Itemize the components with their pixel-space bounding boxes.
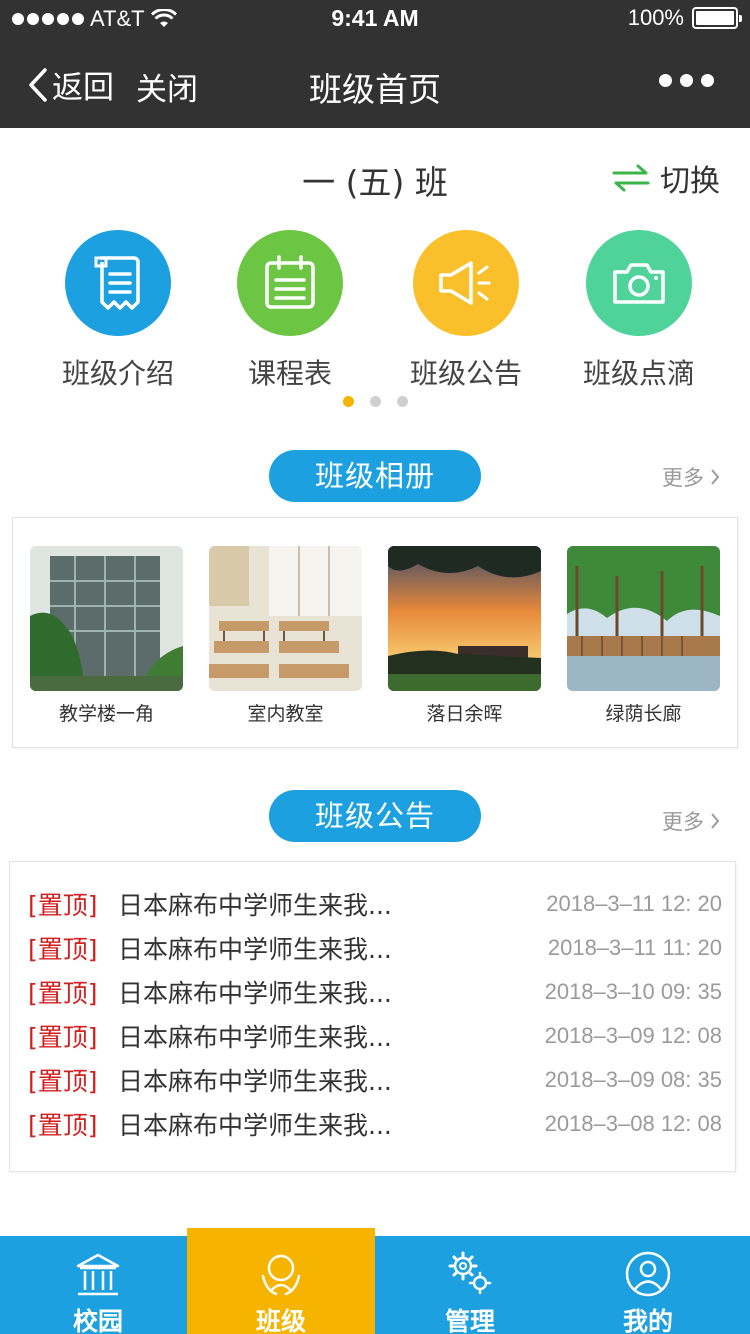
notice-title: 日本麻布中学师生来我... [118, 1067, 392, 1096]
album-more-link[interactable]: 更多 [662, 462, 720, 492]
notice-date: 2018–3–11 11: 20 [547, 935, 722, 960]
notice-list: [置顶] 日本麻布中学师生来我... 2018–3–11 12: 20 [置顶]… [9, 861, 736, 1172]
func-label: 班级公告 [409, 357, 522, 390]
calendar-icon [237, 230, 343, 336]
tab-label: 管理 [444, 1307, 495, 1334]
gears-icon [376, 1236, 564, 1298]
tab-label: 我的 [622, 1307, 673, 1334]
photo-corridor-image [567, 546, 720, 691]
notice-title: 日本麻布中学师生来我... [118, 979, 392, 1008]
notice-title: 日本麻布中学师生来我... [118, 1111, 392, 1140]
page-dot[interactable] [396, 396, 408, 407]
pinned-tag: [置顶] [28, 1067, 98, 1096]
func-label: 课程表 [247, 357, 332, 390]
notice-date: 2018–3–08 12: 08 [544, 1111, 722, 1136]
notice-date: 2018–3–09 12: 08 [544, 1023, 722, 1048]
album-card: 教学楼一角 室内教室 落日余晖 绿荫长廊 [12, 517, 738, 748]
megaphone-icon [413, 230, 519, 336]
notice-row[interactable]: [置顶] 日本麻布中学师生来我... 2018–3–10 09: 35 [28, 972, 722, 1012]
photo-classroom-image [209, 546, 362, 691]
photo-caption: 室内教室 [247, 703, 324, 725]
pinned-tag: [置顶] [28, 1111, 98, 1140]
func-label: 班级点滴 [582, 357, 695, 390]
page-title: 班级首页 [309, 70, 441, 109]
chevron-right-icon [711, 813, 720, 829]
status-bar: AT&T 9:41 AM 100% [0, 0, 750, 38]
notice-row[interactable]: [置顶] 日本麻布中学师生来我... 2018–3–11 11: 20 [28, 928, 722, 968]
tab-campus[interactable]: 校园 [4, 1236, 192, 1334]
class-icon [187, 1228, 375, 1298]
notice-row[interactable]: [置顶] 日本麻布中学师生来我... 2018–3–08 12: 08 [28, 1104, 722, 1144]
notice-row[interactable]: [置顶] 日本麻布中学师生来我... 2018–3–09 12: 08 [28, 1016, 722, 1056]
camera-icon [586, 230, 692, 336]
pinned-tag: [置顶] [28, 1023, 98, 1052]
func-label: 班级介绍 [61, 357, 174, 390]
photo-sunset-image [388, 546, 541, 691]
campus-icon [4, 1236, 192, 1298]
func-announcement[interactable]: 班级公告 [386, 230, 546, 392]
profile-icon [554, 1236, 742, 1298]
photo-caption: 教学楼一角 [58, 703, 154, 725]
pinned-tag: [置顶] [28, 979, 98, 1008]
switch-label: 切换 [660, 164, 720, 199]
tab-label: 班级 [255, 1307, 306, 1334]
notice-row[interactable]: [置顶] 日本麻布中学师生来我... 2018–3–09 08: 35 [28, 1060, 722, 1100]
function-grid: 班级介绍 课程表 班级公告 班级点滴 [0, 230, 750, 390]
album-section-title: 班级相册 [269, 450, 481, 502]
func-class-intro[interactable]: 班级介绍 [38, 230, 198, 392]
photo-caption: 绿荫长廊 [605, 703, 682, 725]
album-photo[interactable]: 教学楼一角 [30, 546, 183, 726]
notice-section-title: 班级公告 [269, 790, 481, 842]
func-class-moments[interactable]: 班级点滴 [559, 230, 719, 392]
album-photo[interactable]: 绿荫长廊 [567, 546, 720, 726]
switch-class-button[interactable]: 切换 [612, 156, 720, 200]
nav-bar: 返回 关闭 班级首页 [0, 40, 750, 128]
photo-caption: 落日余晖 [426, 703, 503, 725]
notice-date: 2018–3–10 09: 35 [544, 979, 722, 1004]
page-dot-active[interactable] [342, 396, 354, 407]
notice-row[interactable]: [置顶] 日本麻布中学师生来我... 2018–3–11 12: 20 [28, 884, 722, 924]
func-timetable[interactable]: 课程表 [210, 230, 370, 392]
more-options-icon[interactable] [659, 74, 714, 87]
tab-bar: 校园 班级 管理 我的 [0, 1228, 750, 1334]
notice-title: 日本麻布中学师生来我... [118, 935, 392, 964]
album-photo[interactable]: 室内教室 [209, 546, 362, 726]
more-label: 更多 [662, 810, 704, 834]
notice-date: 2018–3–11 12: 20 [546, 891, 722, 916]
notice-more-link[interactable]: 更多 [662, 806, 720, 836]
top-bar: AT&T 9:41 AM 100% 返回 关闭 班级首页 [0, 0, 750, 128]
tab-profile[interactable]: 我的 [554, 1236, 742, 1334]
battery-status: 100% [627, 5, 742, 31]
pinned-tag: [置顶] [28, 891, 98, 920]
tab-class[interactable]: 班级 [187, 1228, 375, 1334]
pinned-tag: [置顶] [28, 935, 98, 964]
notice-date: 2018–3–09 08: 35 [544, 1067, 722, 1092]
battery-percent: 100% [627, 5, 684, 30]
tab-manage[interactable]: 管理 [376, 1236, 564, 1334]
photo-building-image [30, 546, 183, 691]
more-label: 更多 [662, 466, 704, 490]
scroll-icon [65, 230, 171, 336]
tab-label: 校园 [72, 1307, 123, 1334]
battery-icon [692, 7, 742, 29]
page-dot[interactable] [369, 396, 381, 407]
notice-title: 日本麻布中学师生来我... [118, 891, 392, 920]
album-photo[interactable]: 落日余晖 [388, 546, 541, 726]
notice-title: 日本麻布中学师生来我... [118, 1023, 392, 1052]
switch-arrows-icon [612, 164, 650, 192]
page-indicator[interactable] [0, 396, 750, 407]
chevron-right-icon [711, 469, 720, 485]
